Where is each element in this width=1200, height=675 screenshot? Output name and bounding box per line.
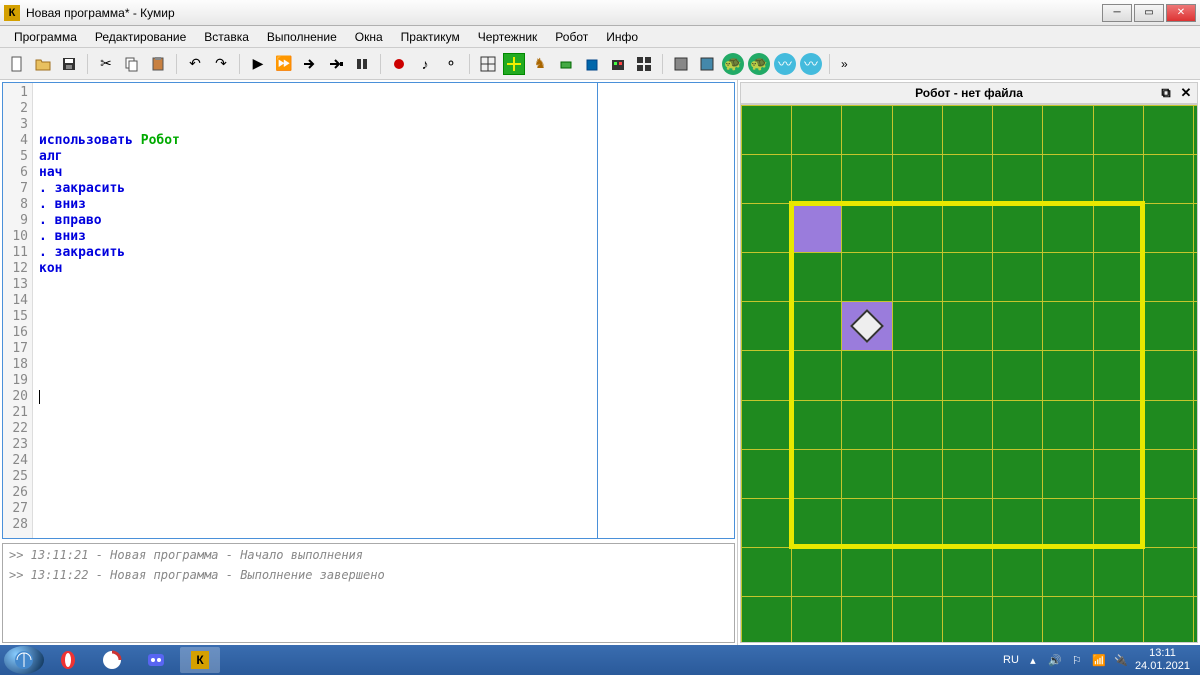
tray-network-icon[interactable]: 📶 xyxy=(1091,652,1107,668)
menu-bar: ПрограммаРедактированиеВставкаВыполнение… xyxy=(0,26,1200,48)
actor-weigher-button[interactable] xyxy=(633,53,655,75)
step-into-button[interactable] xyxy=(325,53,347,75)
editor-divider xyxy=(597,83,598,538)
minimize-button[interactable]: ─ xyxy=(1102,4,1132,22)
menu-item-6[interactable]: Чертежник xyxy=(470,28,546,46)
window-titlebar: К Новая программа* - Кумир ─ ▭ ✕ xyxy=(0,0,1200,26)
robot-marker xyxy=(841,301,891,350)
window-controls: ─ ▭ ✕ xyxy=(1102,4,1196,22)
window-title: Новая программа* - Кумир xyxy=(26,6,1102,20)
actor-painter-button[interactable] xyxy=(696,53,718,75)
wall xyxy=(789,201,794,550)
toolbar-separator xyxy=(380,54,381,74)
code-editor[interactable]: 1234567891011121314151617181920212223242… xyxy=(2,82,735,539)
tray-time: 13:11 xyxy=(1135,647,1190,660)
actor-aquarius-button[interactable] xyxy=(581,53,603,75)
actor-drawer-button[interactable] xyxy=(477,53,499,75)
music-button[interactable]: ♪ xyxy=(414,53,436,75)
left-pane: 1234567891011121314151617181920212223242… xyxy=(0,80,738,645)
paste-button[interactable] xyxy=(147,53,169,75)
toolbar-more-indicator[interactable]: » xyxy=(837,57,852,71)
actor-robot-button[interactable] xyxy=(503,53,525,75)
tray-action-center-icon[interactable]: ⚐ xyxy=(1069,652,1085,668)
actor-wave1-button[interactable]: 〰 xyxy=(774,53,796,75)
menu-item-2[interactable]: Вставка xyxy=(196,28,257,46)
close-button[interactable]: ✕ xyxy=(1166,4,1196,22)
menu-item-3[interactable]: Выполнение xyxy=(259,28,345,46)
open-file-button[interactable] xyxy=(32,53,54,75)
tray-date: 24.01.2021 xyxy=(1135,660,1190,673)
stop-button[interactable] xyxy=(351,53,373,75)
line-number-gutter: 1234567891011121314151617181920212223242… xyxy=(3,83,33,538)
robot-panel-title: Робот - нет файла xyxy=(915,86,1023,100)
run-fast-button[interactable]: ⏩ xyxy=(273,53,295,75)
new-file-button[interactable] xyxy=(6,53,28,75)
toolbar-separator xyxy=(469,54,470,74)
actor-wave2-button[interactable]: 〰 xyxy=(800,53,822,75)
robot-panel: Робот - нет файла ⧉ ✕ xyxy=(740,82,1198,643)
toolbar-separator xyxy=(176,54,177,74)
robot-panel-header: Робот - нет файла ⧉ ✕ xyxy=(740,82,1198,104)
tray-show-hidden-icon[interactable]: ▴ xyxy=(1025,652,1041,668)
code-area[interactable]: использовать Роботалгнач. закрасить. вни… xyxy=(33,83,734,538)
actor-turtle2-button[interactable]: 🐢 xyxy=(748,53,770,75)
menu-item-0[interactable]: Программа xyxy=(6,28,85,46)
taskbar-kumir[interactable]: К xyxy=(180,647,220,673)
maximize-button[interactable]: ▭ xyxy=(1134,4,1164,22)
main-area: 1234567891011121314151617181920212223242… xyxy=(0,80,1200,645)
toolbar-separator xyxy=(239,54,240,74)
robot-close-button[interactable]: ✕ xyxy=(1179,86,1193,100)
cut-button[interactable]: ✂ xyxy=(95,53,117,75)
menu-item-8[interactable]: Инфо xyxy=(598,28,646,46)
output-console[interactable]: >> 13:11:21 - Новая программа - Начало в… xyxy=(2,543,735,643)
copy-button[interactable] xyxy=(121,53,143,75)
toolbar-separator xyxy=(829,54,830,74)
console-line: >> 13:11:22 - Новая программа - Выполнен… xyxy=(9,568,728,582)
breakpoint-button[interactable] xyxy=(388,53,410,75)
undo-button[interactable]: ↶ xyxy=(184,53,206,75)
menu-item-7[interactable]: Робот xyxy=(547,28,596,46)
app-icon: К xyxy=(4,5,20,21)
toolbar: ✂ ↶ ↷ ▶ ⏩ ♪ ⚬ ♞ 🐢 🐢 〰 〰 » xyxy=(0,48,1200,80)
actor-turtle1-button[interactable]: 🐢 xyxy=(722,53,744,75)
taskbar-opera[interactable] xyxy=(48,647,88,673)
actor-grasshopper-button[interactable] xyxy=(555,53,577,75)
redo-button[interactable]: ↷ xyxy=(210,53,232,75)
actor-files-button[interactable] xyxy=(670,53,692,75)
step-button[interactable] xyxy=(299,53,321,75)
system-tray: RU ▴ 🔊 ⚐ 📶 🔌 13:11 24.01.2021 xyxy=(1003,647,1196,673)
taskbar-discord[interactable] xyxy=(136,647,176,673)
menu-item-4[interactable]: Окна xyxy=(347,28,391,46)
windows-taskbar: К RU ▴ 🔊 ⚐ 📶 🔌 13:11 24.01.2021 xyxy=(0,645,1200,675)
wall xyxy=(1140,201,1145,550)
tray-clock[interactable]: 13:11 24.01.2021 xyxy=(1135,647,1190,673)
menu-item-1[interactable]: Редактирование xyxy=(87,28,194,46)
tray-language-indicator[interactable]: RU xyxy=(1003,654,1019,666)
actor-lamp-button[interactable] xyxy=(607,53,629,75)
tray-volume-icon[interactable]: 🔊 xyxy=(1047,652,1063,668)
run-button[interactable]: ▶ xyxy=(247,53,269,75)
menu-item-5[interactable]: Практикум xyxy=(393,28,468,46)
console-line: >> 13:11:21 - Новая программа - Начало в… xyxy=(9,548,728,562)
toolbar-separator xyxy=(87,54,88,74)
wall xyxy=(789,201,1146,206)
start-button[interactable] xyxy=(4,646,44,674)
toolbar-separator xyxy=(662,54,663,74)
taskbar-app2[interactable] xyxy=(92,647,132,673)
wall xyxy=(789,544,1146,549)
settings-button[interactable]: ⚬ xyxy=(440,53,462,75)
tray-power-icon[interactable]: 🔌 xyxy=(1113,652,1129,668)
robot-field[interactable] xyxy=(740,104,1198,643)
actor-horse-button[interactable]: ♞ xyxy=(529,53,551,75)
robot-undock-button[interactable]: ⧉ xyxy=(1159,86,1173,100)
painted-cell xyxy=(792,204,841,252)
save-button[interactable] xyxy=(58,53,80,75)
